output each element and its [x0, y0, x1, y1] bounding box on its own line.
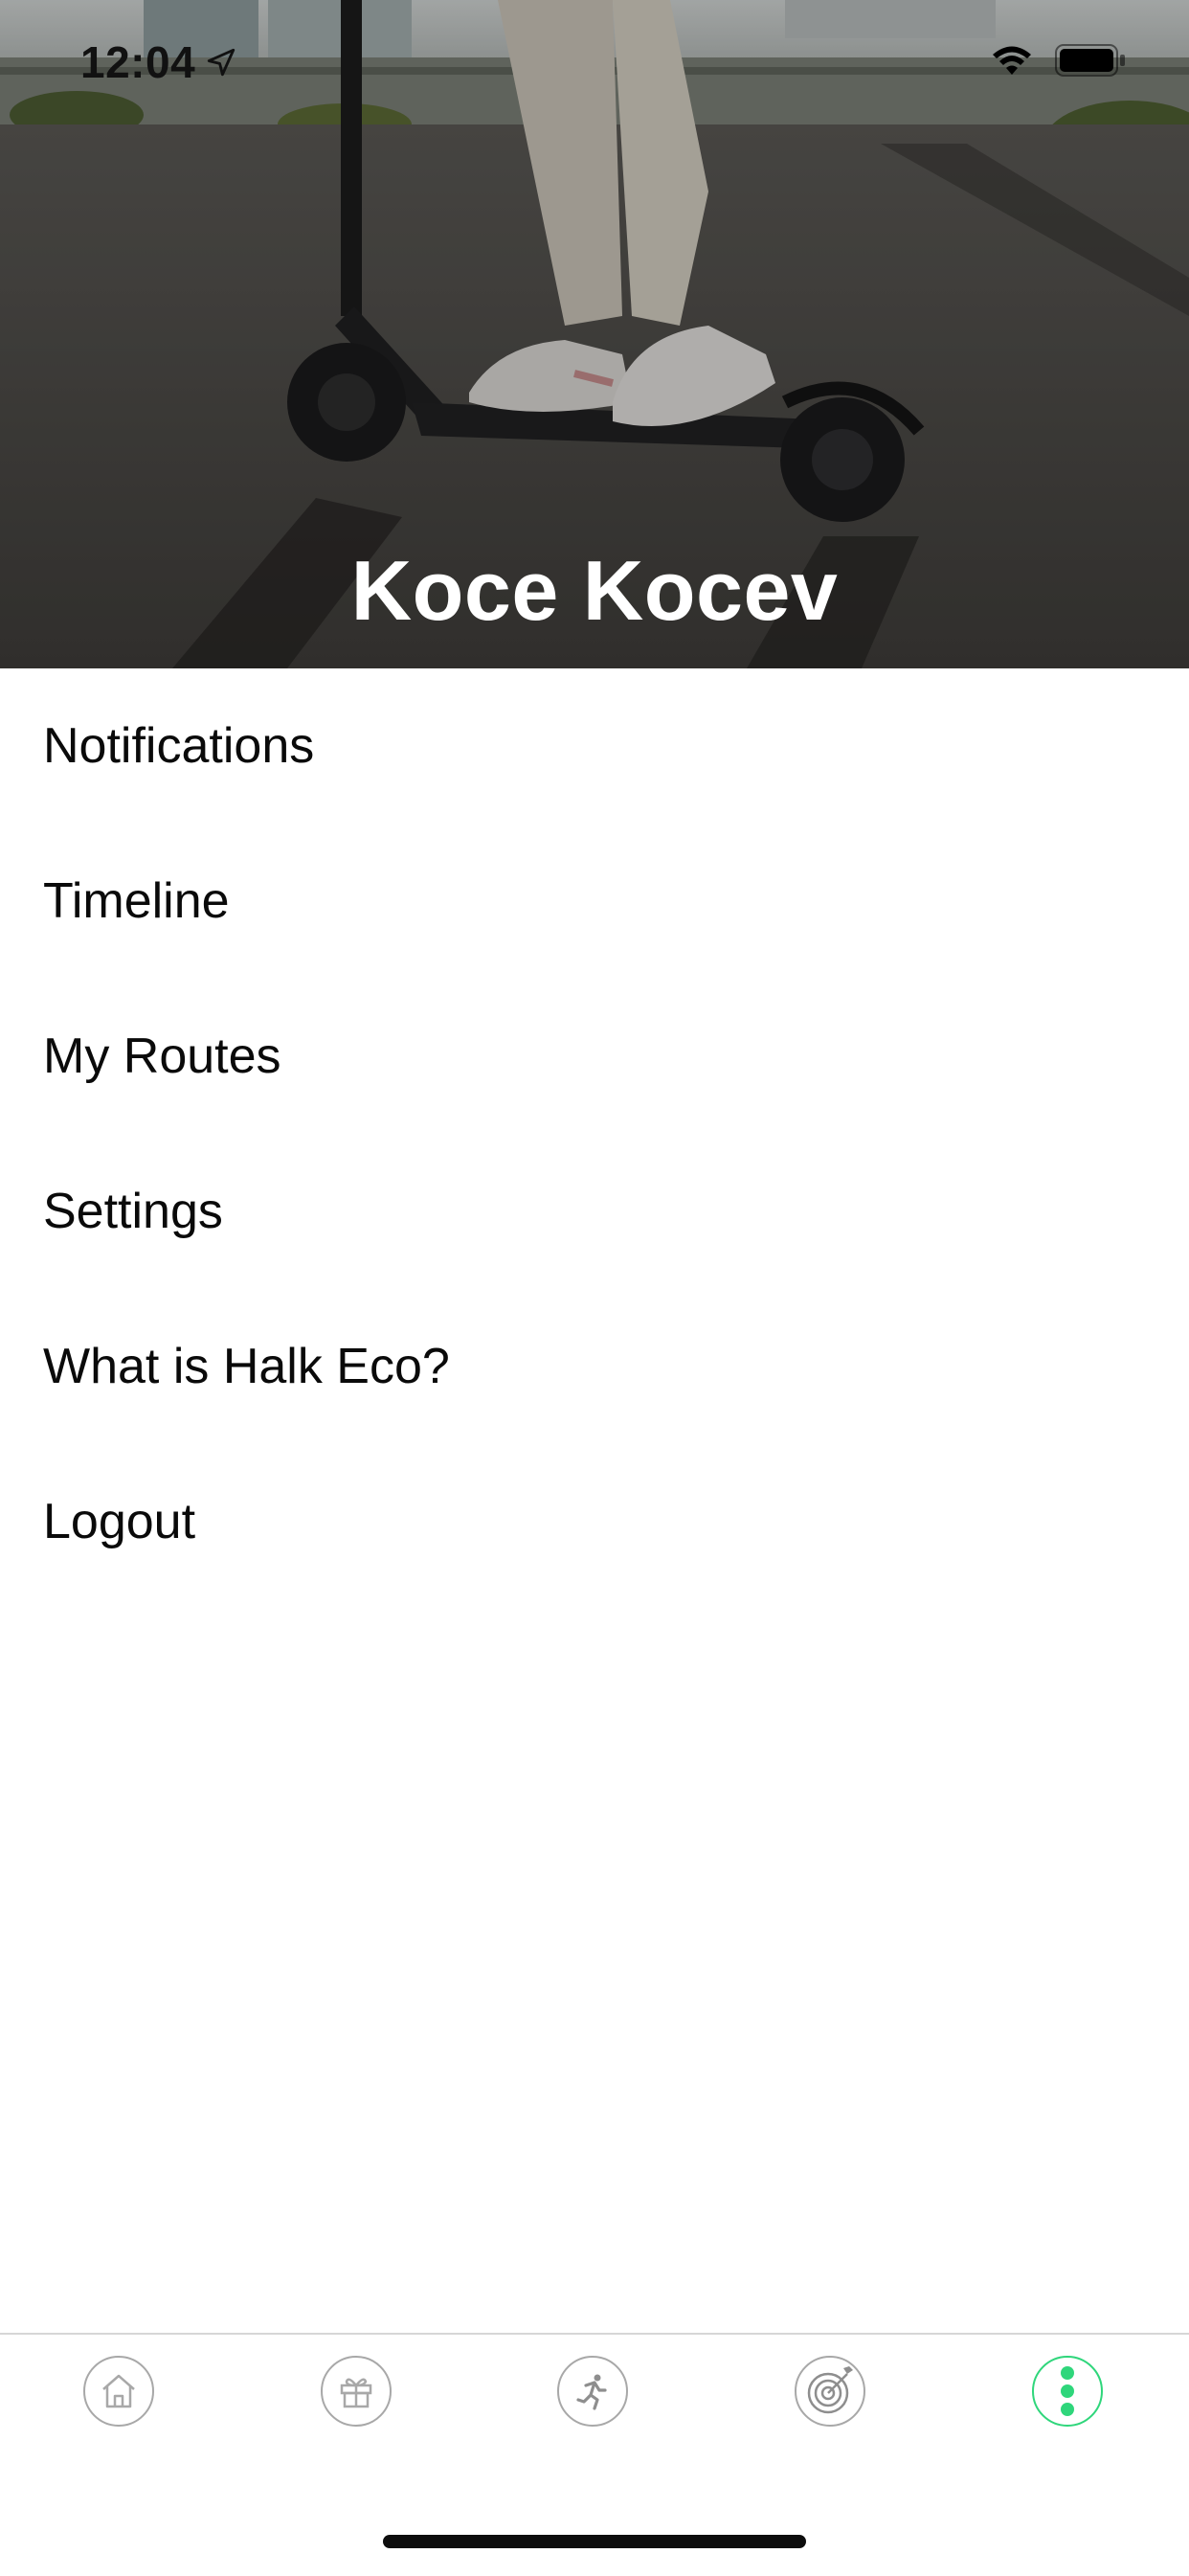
- target-icon: [807, 2366, 853, 2414]
- home-icon: [102, 2374, 135, 2408]
- tab-more[interactable]: [1032, 2356, 1103, 2427]
- location-arrow-icon: [207, 48, 236, 77]
- gift-icon: [340, 2378, 372, 2408]
- menu-item-what-is-halk-eco[interactable]: What is Halk Eco?: [0, 1289, 1189, 1444]
- profile-header: 12:04 Koce Kocev: [0, 0, 1189, 668]
- wifi-icon: [993, 46, 1031, 75]
- menu-item-my-routes[interactable]: My Routes: [0, 979, 1189, 1134]
- tab-goals[interactable]: [795, 2356, 865, 2427]
- menu-item-notifications[interactable]: Notifications: [0, 668, 1189, 824]
- home-indicator[interactable]: [383, 2535, 806, 2548]
- status-bar-indicators: [990, 44, 1126, 77]
- more-dots-icon: [1061, 2366, 1074, 2416]
- status-bar-time: 12:04: [80, 36, 237, 88]
- status-time-text: 12:04: [80, 37, 196, 87]
- runner-icon: [576, 2374, 607, 2410]
- tab-home[interactable]: [83, 2356, 154, 2427]
- tab-activity[interactable]: [557, 2356, 628, 2427]
- menu-item-logout[interactable]: Logout: [0, 1444, 1189, 1599]
- menu-item-timeline[interactable]: Timeline: [0, 824, 1189, 979]
- menu-item-settings[interactable]: Settings: [0, 1134, 1189, 1289]
- tab-rewards[interactable]: [321, 2356, 392, 2427]
- profile-name: Koce Kocev: [350, 543, 839, 638]
- battery-icon: [1055, 44, 1125, 77]
- side-menu: Notifications Timeline My Routes Setting…: [0, 668, 1189, 1599]
